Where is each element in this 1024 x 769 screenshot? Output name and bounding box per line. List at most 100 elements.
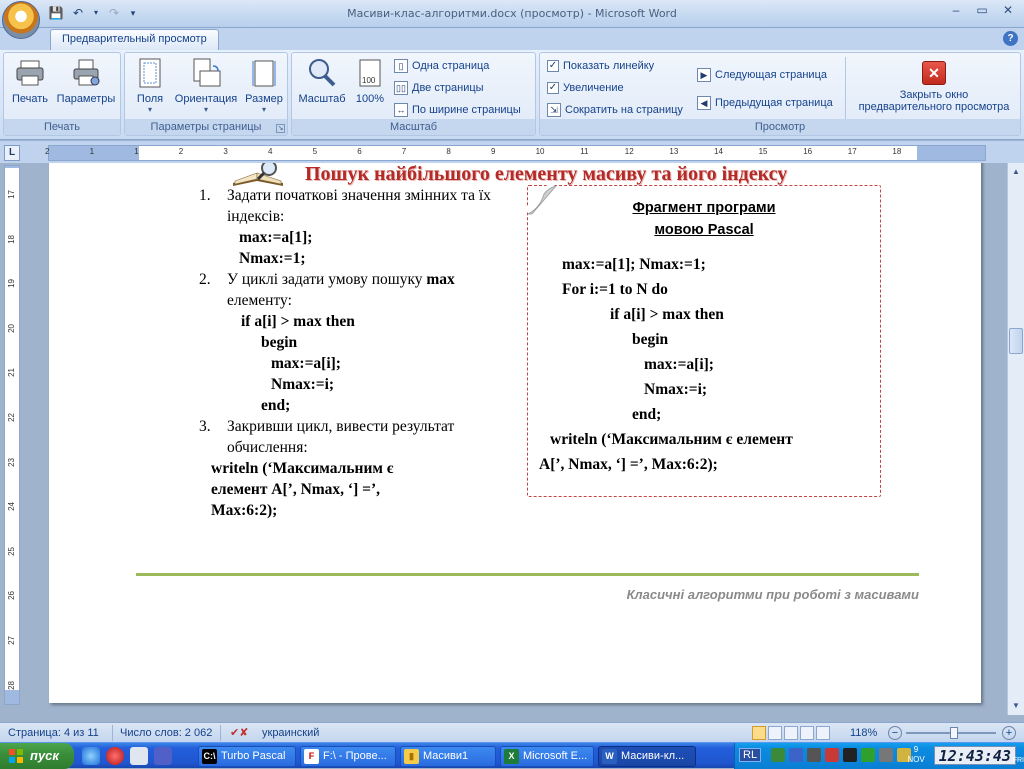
- help-icon[interactable]: ?: [1003, 31, 1018, 46]
- app-icon[interactable]: [154, 747, 172, 765]
- tray-shield-icon[interactable]: [825, 748, 839, 762]
- scroll-up-icon[interactable]: ▲: [1009, 165, 1023, 179]
- tab-print-preview[interactable]: Предварительный просмотр: [50, 29, 219, 50]
- tray-volume-icon[interactable]: [879, 748, 893, 762]
- pascal-code: max:=a[1]; Nmax:=1; For i:=1 to N do if …: [539, 252, 880, 477]
- close-window-button[interactable]: ✕: [996, 2, 1020, 20]
- zoom-label: Масштаб: [298, 93, 346, 105]
- zoom-in-button[interactable]: +: [1002, 726, 1016, 740]
- ruler-tick-label: 26: [7, 591, 16, 601]
- size-button[interactable]: Размер ▾: [243, 57, 285, 114]
- zoom-slider-thumb[interactable]: [950, 727, 958, 739]
- next-page-button[interactable]: ▶ Следующая страница: [697, 66, 827, 84]
- ruler-tick-label: 27: [7, 636, 16, 645]
- group-label-print: Печать: [4, 119, 120, 135]
- taskbar-item-turbo-pascal[interactable]: C:\ Turbo Pascal: [198, 746, 296, 767]
- code-line: if a[i] > max then: [610, 306, 724, 323]
- taskbar-item-folder[interactable]: ▮ Масиви1: [400, 746, 496, 767]
- print-settings-icon: [70, 57, 102, 89]
- zoom-button[interactable]: Масштаб: [296, 57, 348, 105]
- tray-app-icon[interactable]: [861, 748, 875, 762]
- start-label: пуск: [30, 748, 59, 763]
- tray-app-icon[interactable]: [843, 748, 857, 762]
- ruler-tick-label: 11: [580, 147, 589, 156]
- opera-icon[interactable]: [106, 747, 124, 765]
- group-page-setup: Поля ▾ Ориентация ▾ Размер ▾ Параметры с…: [124, 52, 288, 136]
- book-magnifier-icon: [233, 163, 283, 186]
- ruler-tick-label: 18: [892, 147, 902, 156]
- show-ruler-checkbox[interactable]: ✓ Показать линейку: [547, 57, 654, 75]
- margins-button[interactable]: Поля ▾: [131, 57, 169, 114]
- start-button[interactable]: пуск: [0, 743, 74, 769]
- ruler-tick-label: 24: [7, 502, 16, 512]
- minimize-button[interactable]: –: [944, 2, 968, 20]
- print-options-button[interactable]: Параметры: [54, 57, 118, 105]
- folder-icon: ▮: [404, 749, 419, 764]
- close-preview-button[interactable]: ✕ Закрыть окно предварительного просмотр…: [848, 61, 1020, 113]
- tray-app-icon[interactable]: [789, 748, 803, 762]
- one-page-button[interactable]: ▯ Одна страница: [394, 57, 489, 75]
- ruler-tick-label: 16: [803, 147, 813, 156]
- zoom-level[interactable]: 118%: [850, 726, 877, 740]
- margins-icon: [134, 57, 166, 89]
- footer-divider: [136, 573, 919, 576]
- dialog-launcher-icon[interactable]: ↘: [276, 124, 285, 133]
- desktop-icon[interactable]: [130, 747, 148, 765]
- ruler-tick-label: 10: [535, 147, 545, 156]
- draft-view-icon[interactable]: [816, 726, 830, 740]
- scroll-down-icon[interactable]: ▼: [1009, 699, 1023, 713]
- taskbar-item-word[interactable]: W Масиви-кл...: [598, 746, 696, 767]
- group-preview: ✓ Показать линейку ✓ Увеличение ⇲ Сократить…: [539, 52, 1021, 136]
- code-line: Nmax:=1;: [239, 250, 306, 267]
- ruler-tick-label: 14: [714, 147, 723, 156]
- ruler-tick-label: 2: [178, 147, 184, 156]
- scrollbar-thumb[interactable]: [1009, 328, 1023, 354]
- web-layout-view-icon[interactable]: [784, 726, 798, 740]
- group-divider: [845, 57, 846, 121]
- prev-page-icon: ◀: [697, 96, 711, 110]
- code-line: writeln (‘Максимальним є: [211, 460, 394, 477]
- word-count[interactable]: Число слов: 2 062: [120, 726, 212, 740]
- magnifier-checkbox[interactable]: ✓ Увеличение: [547, 79, 624, 97]
- step-text: Задати початкові значення змінних та їх …: [227, 187, 491, 225]
- tab-selector-icon[interactable]: L: [4, 145, 20, 161]
- proofing-icon[interactable]: ✔✘: [230, 726, 248, 740]
- tray-network-icon[interactable]: [771, 748, 785, 762]
- step-2: 2. У циклі задати умову пошуку max елеме…: [199, 269, 519, 416]
- document-area[interactable]: Пошук найбільшого елементу масиву та йог…: [22, 163, 1006, 715]
- maximize-button[interactable]: ▭: [970, 2, 994, 20]
- size-label: Размер: [245, 93, 283, 105]
- zoom-out-button[interactable]: −: [888, 726, 902, 740]
- shrink-one-page-button[interactable]: ⇲ Сократить на страницу: [547, 101, 683, 119]
- horizontal-ruler[interactable]: 2 1 1 2 3 4 5 6 7 8 9 10 11 12 13 14 15 16 17 18: [45, 145, 986, 161]
- checkbox-checked-icon: ✓: [547, 82, 559, 94]
- ruler-tick-label: 28: [7, 680, 16, 690]
- one-page-label: Одна страница: [412, 60, 490, 72]
- vertical-ruler[interactable]: 17 18 19 20 21 22 23 24 25 26 27 28: [4, 165, 20, 705]
- zoom-100-button[interactable]: 100 100%: [352, 57, 388, 105]
- prev-page-button[interactable]: ◀ Предыдущая страница: [697, 94, 833, 112]
- vertical-scrollbar[interactable]: ▲ ▼: [1007, 163, 1024, 715]
- outline-view-icon[interactable]: [800, 726, 814, 740]
- taskbar-item-explorer[interactable]: F F:\ - Прове...: [300, 746, 396, 767]
- browser-icon[interactable]: [82, 747, 100, 765]
- document-page[interactable]: Пошук найбільшого елементу масиву та йог…: [49, 163, 981, 703]
- print-layout-view-icon[interactable]: [752, 726, 766, 740]
- tray-app-icon[interactable]: [807, 748, 821, 762]
- code-line: begin: [261, 334, 298, 351]
- ribbon-tab-strip: Предварительный просмотр ?: [0, 28, 1024, 50]
- taskbar-item-excel[interactable]: X Microsoft E...: [500, 746, 594, 767]
- full-screen-view-icon[interactable]: [768, 726, 782, 740]
- clock[interactable]: 12:43:43: [933, 746, 1016, 765]
- orientation-button[interactable]: Ориентация ▾: [171, 57, 241, 114]
- print-button[interactable]: Печать: [9, 57, 51, 105]
- office-button[interactable]: [2, 1, 40, 39]
- page-count[interactable]: Страница: 4 из 11: [8, 726, 99, 740]
- zoom-100-icon: 100: [354, 57, 386, 89]
- language-indicator[interactable]: RL: [739, 748, 762, 762]
- two-pages-button[interactable]: ▯▯ Две страницы: [394, 79, 484, 97]
- ruler-tick-label: 12: [624, 147, 634, 156]
- language[interactable]: украинский: [262, 726, 319, 740]
- page-width-button[interactable]: ↔ По ширине страницы: [394, 101, 521, 119]
- chevron-down-icon: ▾: [203, 105, 208, 114]
